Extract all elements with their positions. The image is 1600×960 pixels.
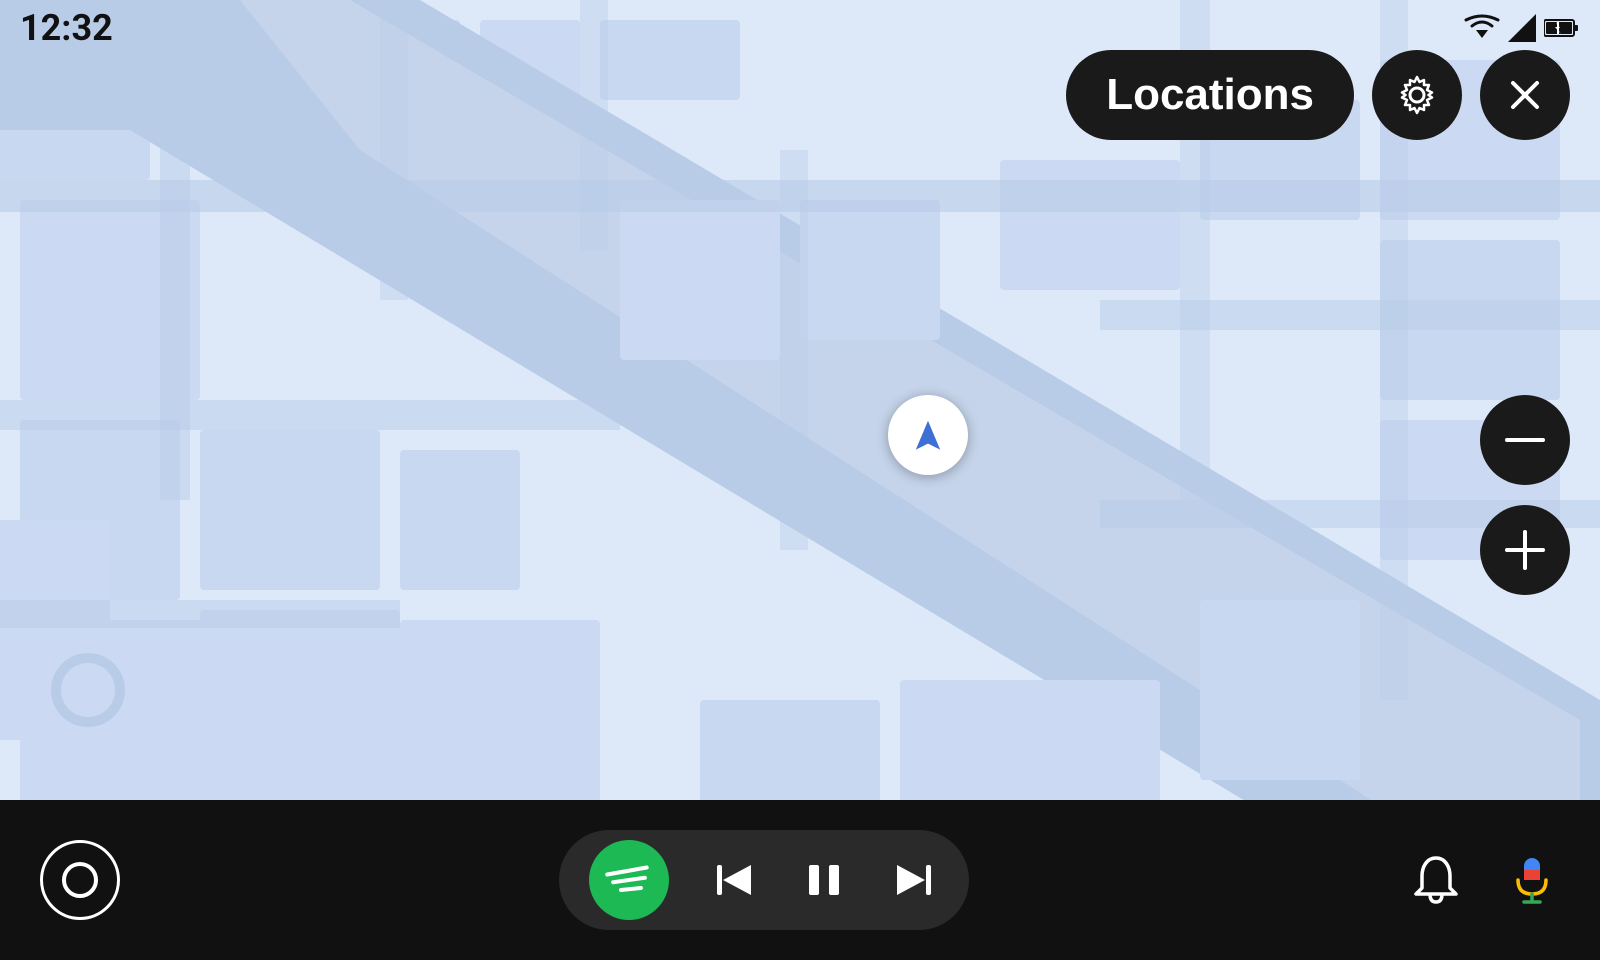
zoom-in-button[interactable]	[1480, 505, 1570, 595]
locations-button[interactable]: Locations	[1066, 50, 1354, 140]
map-container: 12:32 Locations	[0, 0, 1600, 870]
home-icon	[62, 862, 98, 898]
skip-next-icon	[889, 855, 939, 905]
pause-icon	[799, 855, 849, 905]
navigation-arrow	[908, 415, 948, 455]
skip-previous-icon	[709, 855, 759, 905]
bottom-bar	[0, 800, 1600, 960]
signal-icon	[1508, 14, 1536, 42]
status-icons	[1464, 14, 1580, 42]
pause-button[interactable]	[799, 855, 849, 905]
next-button[interactable]	[889, 855, 939, 905]
location-marker	[888, 395, 968, 475]
spotify-button[interactable]	[589, 840, 669, 920]
close-icon	[1507, 77, 1543, 113]
media-controls	[559, 830, 969, 930]
settings-button[interactable]	[1372, 50, 1462, 140]
battery-icon	[1544, 18, 1580, 38]
right-controls	[1408, 852, 1560, 908]
spotify-icon	[609, 869, 649, 891]
minus-icon	[1505, 436, 1545, 444]
close-button[interactable]	[1480, 50, 1570, 140]
voice-button[interactable]	[1504, 852, 1560, 908]
zoom-controls	[1480, 395, 1570, 595]
top-controls: Locations	[1066, 50, 1570, 140]
home-button[interactable]	[40, 840, 120, 920]
clock: 12:32	[20, 7, 113, 49]
gear-icon	[1395, 73, 1439, 117]
status-bar: 12:32	[0, 0, 1600, 56]
prev-button[interactable]	[709, 855, 759, 905]
bell-icon	[1408, 852, 1464, 908]
notification-button[interactable]	[1408, 852, 1464, 908]
plus-icon	[1505, 530, 1545, 570]
wifi-icon	[1464, 14, 1500, 42]
microphone-icon	[1504, 852, 1560, 908]
zoom-out-button[interactable]	[1480, 395, 1570, 485]
